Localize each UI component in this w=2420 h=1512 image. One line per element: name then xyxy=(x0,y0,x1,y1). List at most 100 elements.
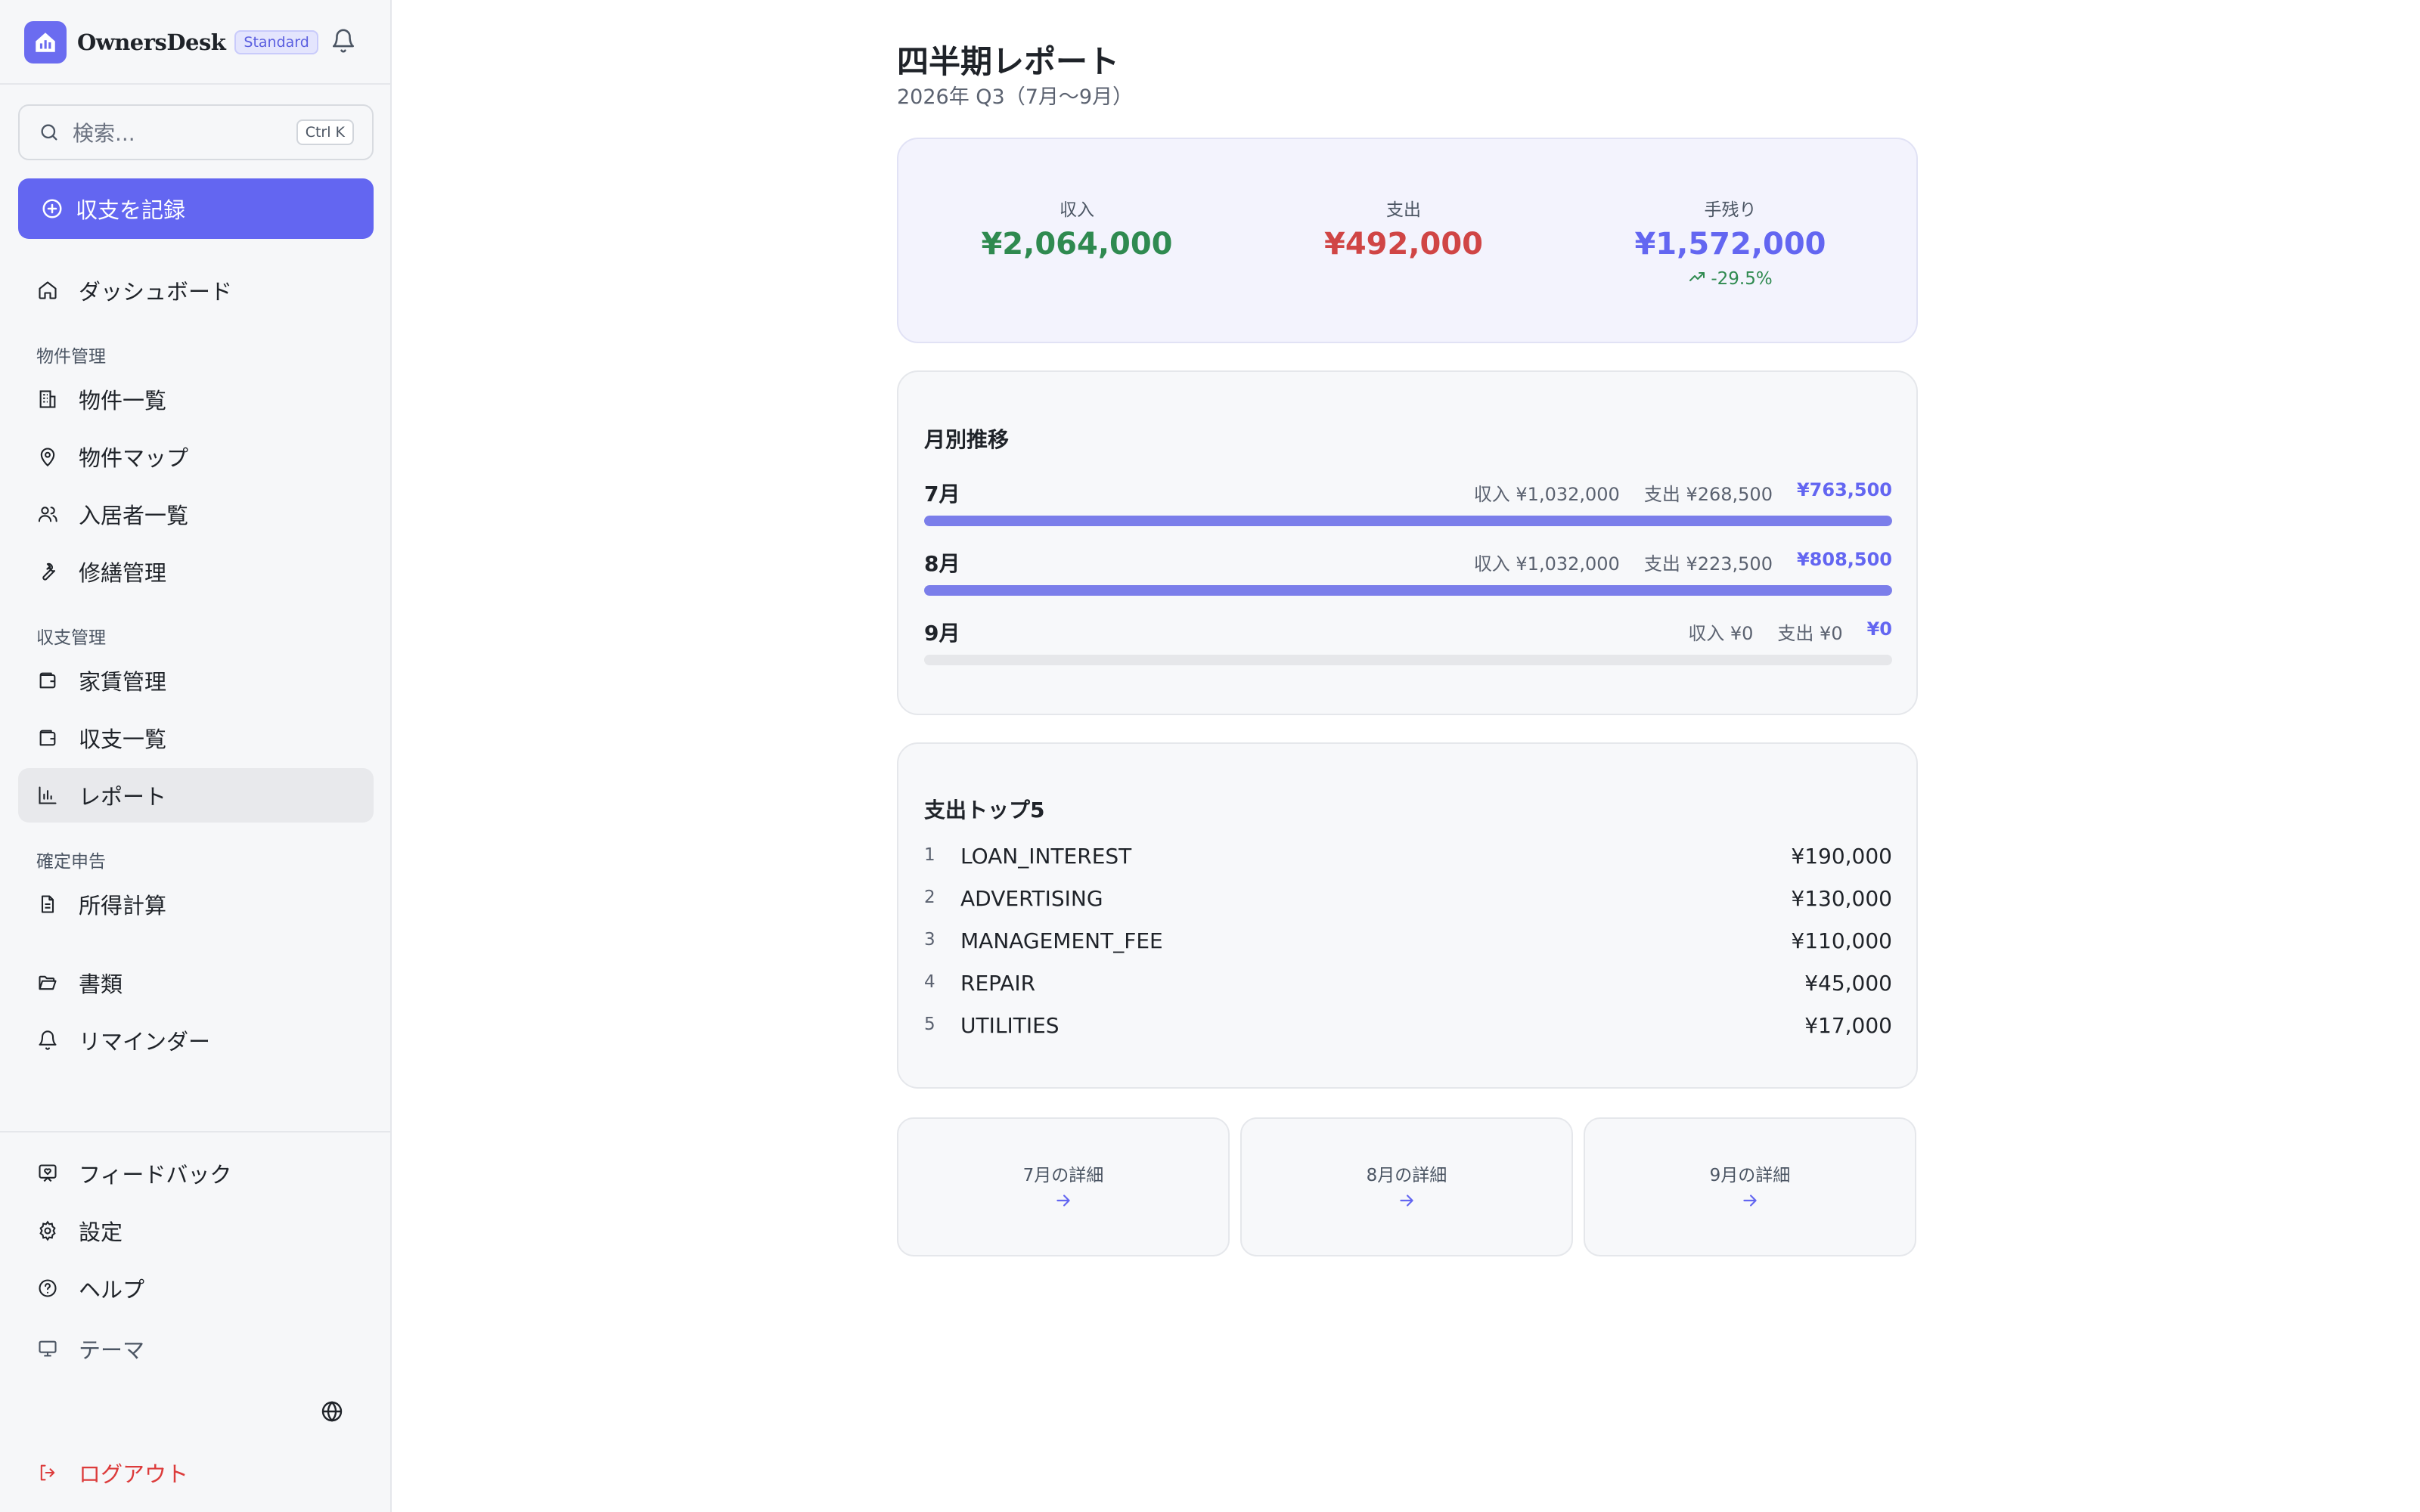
wrench-icon xyxy=(36,560,59,583)
month-detail-link-august[interactable]: 8月の詳細 xyxy=(1240,1117,1573,1256)
month-detail-label: 7月の詳細 xyxy=(1022,1166,1104,1185)
search-icon xyxy=(38,121,60,144)
main-content: 四半期レポート 2026年 Q3（7月〜9月） 収入 ¥2,064,000 支出… xyxy=(897,0,1918,1512)
divider xyxy=(0,83,390,85)
plan-badge: Standard xyxy=(234,30,318,54)
monitor-icon xyxy=(36,1337,59,1360)
month-detail-label: 9月の詳細 xyxy=(1709,1166,1791,1185)
month-expense: 支出 ¥268,500 xyxy=(1643,484,1773,505)
rank: 5 xyxy=(924,1015,935,1034)
notifications-button[interactable] xyxy=(328,27,358,57)
net-change-value: -29.5% xyxy=(1711,269,1773,289)
page-title: 四半期レポート xyxy=(897,43,1120,80)
month-detail-link-july[interactable]: 7月の詳細 xyxy=(897,1117,1230,1256)
nav-item-tenant-list[interactable]: 入居者一覧 xyxy=(18,487,374,541)
amount: ¥110,000 xyxy=(1791,928,1892,953)
gear-icon xyxy=(36,1219,59,1242)
logout-button[interactable]: ログアウト xyxy=(18,1445,374,1500)
brand: OwnersDesk Standard xyxy=(24,21,368,64)
divider xyxy=(0,1131,390,1132)
list-item: 2 ADVERTISING ¥130,000 xyxy=(924,885,1892,915)
expense-label: 支出 xyxy=(1386,200,1421,220)
plus-circle-icon xyxy=(41,197,64,220)
month-values: 収入 ¥0 支出 ¥0 ¥0 xyxy=(1688,618,1892,645)
net-label: 手残り xyxy=(1704,200,1757,220)
record-transaction-label: 収支を記録 xyxy=(76,197,186,223)
nav-label: ヘルプ xyxy=(79,1277,145,1303)
rank: 2 xyxy=(924,888,935,907)
nav-item-property-list[interactable]: 物件一覧 xyxy=(18,372,374,426)
nav-label: ダッシュボード xyxy=(79,279,233,305)
income-value: ¥2,064,000 xyxy=(981,227,1173,262)
nav-item-reminders[interactable]: リマインダー xyxy=(18,1013,374,1067)
month-expense: 支出 ¥223,500 xyxy=(1643,553,1773,575)
rank: 3 xyxy=(924,930,935,950)
globe-icon xyxy=(320,1399,344,1427)
list-item: 5 UTILITIES ¥17,000 xyxy=(924,1012,1892,1042)
amount: ¥190,000 xyxy=(1791,844,1892,869)
month-progress-fill xyxy=(924,516,1892,526)
nav-label: 家賃管理 xyxy=(79,669,167,695)
amount: ¥130,000 xyxy=(1791,886,1892,911)
category: REPAIR xyxy=(960,971,1036,996)
nav-item-property-map[interactable]: 物件マップ xyxy=(18,429,374,484)
nav-item-repair[interactable]: 修繕管理 xyxy=(18,544,374,599)
income-label: 収入 xyxy=(1060,200,1094,220)
file-text-icon xyxy=(36,893,59,916)
wallet-icon xyxy=(36,669,59,692)
category: LOAN_INTEREST xyxy=(960,844,1132,869)
record-transaction-button[interactable]: 収支を記録 xyxy=(18,178,374,239)
month-progress-track xyxy=(924,655,1892,665)
list-item: 3 MANAGEMENT_FEE ¥110,000 xyxy=(924,927,1892,957)
nav-section-property: 物件管理 xyxy=(36,347,106,367)
month-detail-link-september[interactable]: 9月の詳細 xyxy=(1584,1117,1916,1256)
search-input[interactable]: 検索... Ctrl K xyxy=(18,104,374,160)
app-name: OwnersDesk xyxy=(77,29,226,55)
logout-icon xyxy=(36,1461,59,1484)
amount: ¥17,000 xyxy=(1804,1013,1892,1038)
nav-item-finance-list[interactable]: 収支一覧 xyxy=(18,711,374,765)
arrow-right-icon xyxy=(1397,1191,1416,1213)
nav-item-dashboard[interactable]: ダッシュボード xyxy=(18,263,374,318)
rank: 4 xyxy=(924,972,935,992)
nav-section-tax: 確定申告 xyxy=(36,852,106,872)
arrow-right-icon xyxy=(1053,1191,1073,1213)
nav-item-income-calc[interactable]: 所得計算 xyxy=(18,877,374,931)
logout-label: ログアウト xyxy=(79,1461,189,1487)
nav-label: 収支一覧 xyxy=(79,727,167,752)
net-stat: 手残り ¥1,572,000 -29.5% xyxy=(1571,195,1889,290)
nav-label: 書類 xyxy=(79,971,123,997)
month-name: 7月 xyxy=(924,482,960,507)
nav-item-help[interactable]: ヘルプ xyxy=(18,1261,374,1315)
nav-label: 修繕管理 xyxy=(79,560,167,586)
nav-item-documents[interactable]: 書類 xyxy=(18,956,374,1010)
nav-item-feedback[interactable]: フィードバック xyxy=(18,1146,374,1201)
nav-label: 入居者一覧 xyxy=(79,503,189,528)
nav-item-theme[interactable]: テーマ xyxy=(18,1321,374,1376)
nav-item-settings[interactable]: 設定 xyxy=(18,1204,374,1258)
map-pin-icon xyxy=(36,445,59,468)
nav-label: フィードバック xyxy=(79,1162,232,1188)
month-name: 9月 xyxy=(924,621,960,646)
monthly-trend-title: 月別推移 xyxy=(924,427,1010,452)
app-logo-icon[interactable] xyxy=(24,21,67,64)
folder-open-icon xyxy=(36,971,59,994)
month-income: 収入 ¥0 xyxy=(1688,623,1754,644)
users-icon xyxy=(36,503,59,525)
nav-item-report[interactable]: レポート xyxy=(18,768,374,823)
list-item: 1 LOAN_INTEREST ¥190,000 xyxy=(924,842,1892,872)
top-expenses-title: 支出トップ5 xyxy=(924,798,1045,823)
language-button[interactable] xyxy=(316,1397,348,1429)
nav-label: リマインダー xyxy=(79,1029,211,1055)
nav-item-rent[interactable]: 家賃管理 xyxy=(18,653,374,708)
category: UTILITIES xyxy=(960,1013,1060,1038)
summary-card: 収入 ¥2,064,000 支出 ¥492,000 手残り ¥1,572,000… xyxy=(897,138,1918,343)
list-item: 4 REPAIR ¥45,000 xyxy=(924,969,1892,999)
page-subtitle: 2026年 Q3（7月〜9月） xyxy=(897,85,1134,109)
month-progress-track xyxy=(924,516,1892,526)
arrow-right-icon xyxy=(1740,1191,1760,1213)
month-values: 収入 ¥1,032,000 支出 ¥268,500 ¥763,500 xyxy=(1474,479,1892,506)
category: MANAGEMENT_FEE xyxy=(960,928,1163,953)
wallet-icon xyxy=(36,727,59,749)
sidebar: OwnersDesk Standard 検索... Ctrl K 収支を記録 ダ… xyxy=(0,0,392,1512)
